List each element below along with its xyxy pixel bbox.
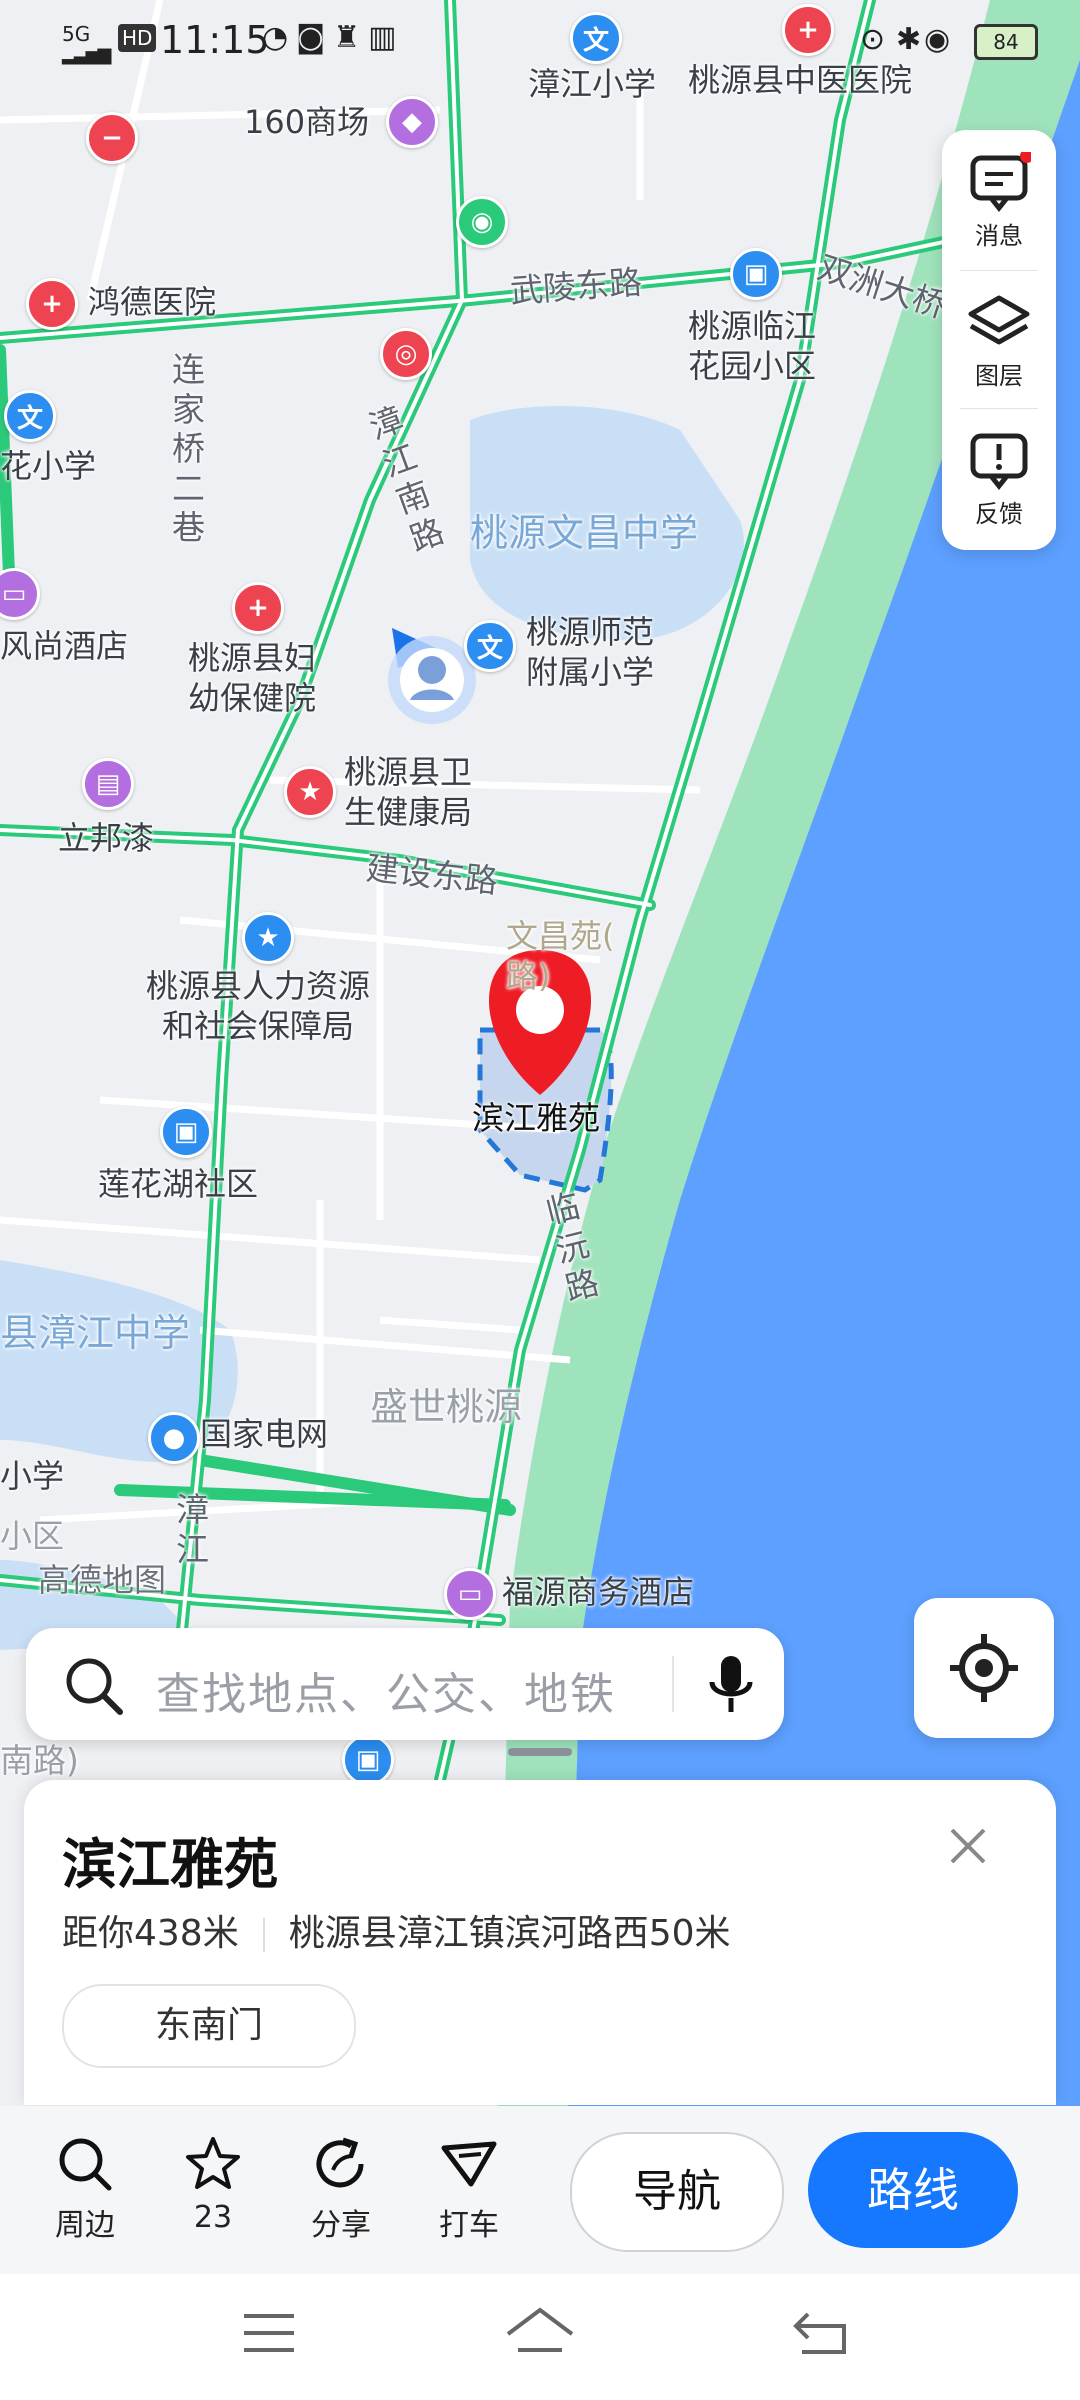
map-label[interactable]: 福源商务酒店: [502, 1572, 694, 1612]
place-icon[interactable]: ●: [148, 1412, 200, 1464]
taxi-icon: [441, 2141, 497, 2187]
map-label[interactable]: 立邦漆: [58, 818, 154, 858]
map-label[interactable]: 桃源师范 附属小学: [526, 612, 654, 692]
bus-stop-icon[interactable]: ▣: [730, 248, 782, 300]
shopping-icon[interactable]: ◆: [386, 96, 438, 148]
message-icon: [970, 152, 1031, 212]
divider: [672, 1656, 674, 1712]
map-label[interactable]: 小学: [0, 1456, 64, 1496]
map-label[interactable]: 花小学: [0, 446, 96, 486]
place-address: 桃源县漳江镇滨河路西50米: [288, 1913, 731, 1954]
map-label[interactable]: 盛世桃源: [370, 1384, 522, 1432]
road-label: 南路): [0, 1741, 79, 1780]
metro-icon[interactable]: ◉: [456, 196, 508, 248]
locate-icon: [950, 1634, 1018, 1702]
taxi-label: 打车: [439, 2208, 499, 2243]
hospital-icon[interactable]: +: [26, 278, 78, 330]
map-label[interactable]: 桃源临江 花园小区: [688, 306, 816, 386]
selected-place-marker-label[interactable]: 滨江雅苑: [472, 1098, 600, 1138]
share-icon: [316, 2137, 364, 2188]
search-bar[interactable]: 查找地点、公交、地铁: [26, 1628, 784, 1740]
map-label[interactable]: 桃源县人力资源 和社会保障局: [146, 966, 370, 1046]
search-icon: [66, 1658, 123, 1715]
signal-icon: ▂▃▅▆: [62, 44, 111, 65]
messages-label: 消息: [975, 222, 1023, 250]
notification-icons: ◔◙♜▥: [262, 20, 405, 55]
hospital-icon[interactable]: +: [232, 582, 284, 634]
microphone-icon[interactable]: [696, 1650, 766, 1720]
star-icon: [186, 2137, 240, 2189]
road-label: 漳 江: [176, 1490, 209, 1569]
route-button[interactable]: 路线: [808, 2132, 1018, 2248]
map-label[interactable]: 桃源县卫 生健康局: [344, 752, 472, 832]
status-bar: 5G ▂▃▅▆ HD 11:15 ◔◙♜▥ ⊙ ✱ ◉ 84: [0, 0, 1080, 80]
no-entry-icon: −: [86, 112, 138, 164]
school-icon[interactable]: 文: [4, 390, 56, 442]
close-icon[interactable]: [938, 1816, 998, 1876]
location-status-icon: ⊙: [860, 22, 886, 57]
map-label[interactable]: 小区: [0, 1516, 64, 1556]
divider: [262, 1918, 265, 1952]
feedback-button[interactable]: 反馈: [942, 408, 1056, 538]
map-label[interactable]: 风尚酒店: [0, 626, 128, 666]
road-label: 连 家 桥 二 巷: [172, 350, 205, 548]
map-label[interactable]: 桃源文昌中学: [470, 510, 698, 558]
nearby-label: 周边: [55, 2208, 115, 2243]
taxi-button[interactable]: 打车: [414, 2134, 524, 2244]
map-label[interactable]: 桃源县妇 幼保健院: [188, 638, 316, 718]
hd-badge: HD: [118, 24, 157, 52]
map-label[interactable]: 文昌苑( 路): [506, 916, 615, 996]
sheet-drag-handle[interactable]: [508, 1748, 572, 1756]
place-distance: 距你438米: [62, 1913, 239, 1954]
home-icon[interactable]: [504, 2304, 576, 2360]
bluetooth-icon: ✱: [896, 22, 922, 57]
alarm-icon: ◉: [924, 22, 951, 57]
map-label[interactable]: 莲花湖社区: [98, 1164, 258, 1204]
school-icon[interactable]: 文: [464, 620, 516, 672]
share-label: 分享: [311, 2208, 371, 2243]
hotel-icon[interactable]: ▭: [444, 1568, 496, 1620]
place-card: 滨江雅苑 距你438米 桃源县漳江镇滨河路西50米 东南门: [24, 1780, 1056, 2105]
search-icon: [59, 2138, 112, 2191]
favorite-count: 23: [193, 2200, 233, 2235]
messages-button[interactable]: 消息: [942, 130, 1056, 260]
battery-indicator: 84: [974, 24, 1038, 60]
search-input[interactable]: 查找地点、公交、地铁: [156, 1658, 616, 1722]
status-time: 11:15: [160, 18, 270, 62]
community-icon[interactable]: ▣: [160, 1106, 212, 1158]
entrance-chip[interactable]: 东南门: [62, 1984, 356, 2068]
shop-icon[interactable]: ▤: [82, 758, 134, 810]
nearby-button[interactable]: 周边: [30, 2134, 140, 2244]
network-indicator: 5G: [62, 22, 91, 46]
place-subtitle: 距你438米 桃源县漳江镇滨河路西50米: [62, 1904, 731, 1956]
layers-label: 图层: [975, 362, 1023, 390]
map-label[interactable]: 县漳江中学: [0, 1310, 190, 1358]
favorite-button[interactable]: 23: [158, 2134, 268, 2235]
action-bar: 周边 23 分享 打车 导航 路线: [0, 2106, 1080, 2274]
menu-icon[interactable]: [242, 2310, 296, 2356]
map-app: 文 + ◆ − ◉ + ▣ ◎ 文 ▭ + 文 ★ ▤ ★ ▣ ● ▭ ▣ 漳江…: [0, 0, 1080, 2400]
government-icon[interactable]: ★: [242, 912, 294, 964]
place-title: 滨江雅苑: [62, 1833, 278, 1896]
feedback-label: 反馈: [975, 500, 1023, 528]
map-label[interactable]: 鸿德医院: [88, 282, 216, 322]
layers-icon: [968, 295, 1030, 345]
map-label[interactable]: 160商场: [244, 102, 369, 142]
amap-brand-label: 高德地图: [38, 1561, 167, 1599]
government-icon[interactable]: ★: [284, 766, 336, 818]
map-label[interactable]: 国家电网: [200, 1414, 328, 1454]
share-button[interactable]: 分享: [286, 2134, 396, 2244]
bank-icon[interactable]: ◎: [380, 328, 432, 380]
map-tools-panel: 消息 图层 反馈: [942, 130, 1056, 550]
back-icon[interactable]: [790, 2306, 852, 2360]
my-location-button[interactable]: [914, 1598, 1054, 1738]
system-navigation-bar: [0, 2274, 1080, 2400]
feedback-icon: [970, 433, 1028, 490]
layers-button[interactable]: 图层: [942, 270, 1056, 400]
bus-stop-icon[interactable]: ▣: [342, 1734, 394, 1786]
navigate-button[interactable]: 导航: [570, 2132, 784, 2252]
